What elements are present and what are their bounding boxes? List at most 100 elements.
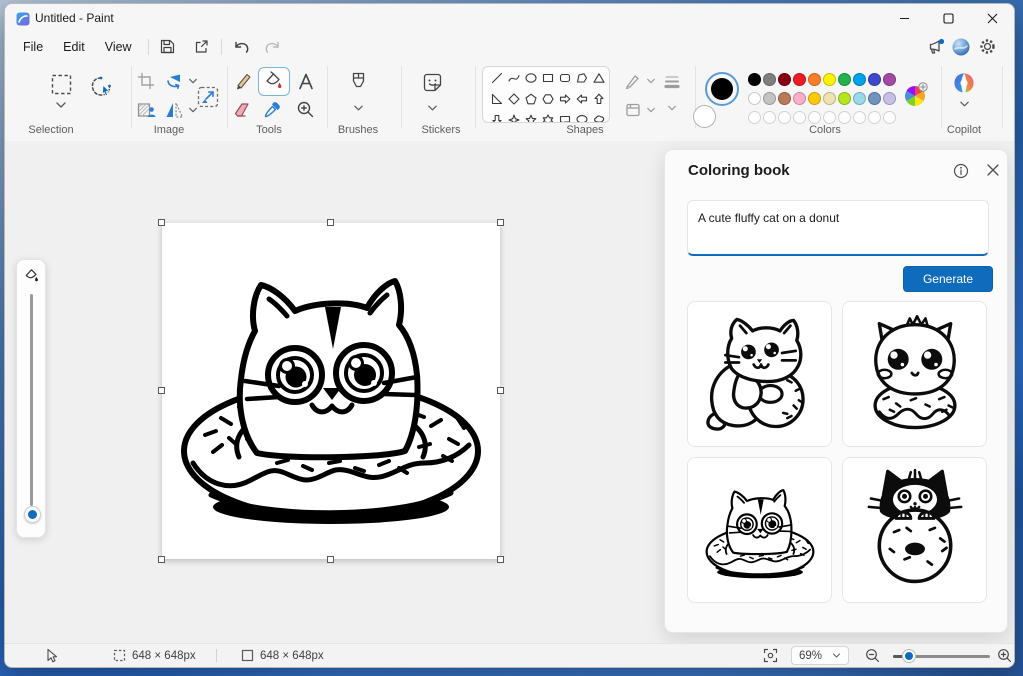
crop-icon[interactable] bbox=[137, 72, 155, 90]
fit-to-screen-button[interactable] bbox=[763, 644, 778, 667]
color-swatch[interactable] bbox=[748, 92, 761, 105]
custom-color-slot[interactable] bbox=[853, 111, 866, 124]
announcements-button[interactable] bbox=[922, 36, 948, 58]
custom-color-slot[interactable] bbox=[748, 111, 761, 124]
shape-pentagon-icon[interactable] bbox=[525, 93, 537, 105]
selection-handle-sw[interactable] bbox=[158, 556, 165, 563]
zoom-out-button[interactable] bbox=[865, 644, 880, 667]
tool-size-slider-thumb[interactable] bbox=[24, 506, 41, 523]
custom-color-slot[interactable] bbox=[823, 111, 836, 124]
info-icon[interactable] bbox=[953, 163, 969, 179]
magnifier-tool-icon[interactable] bbox=[296, 100, 315, 119]
shape-star-4-icon[interactable] bbox=[508, 114, 520, 123]
rotate-icon[interactable] bbox=[165, 72, 184, 90]
fill-tool-icon[interactable] bbox=[263, 71, 284, 91]
custom-color-slot[interactable] bbox=[808, 111, 821, 124]
color-swatch[interactable] bbox=[868, 73, 881, 86]
account-button[interactable] bbox=[948, 36, 974, 58]
shape-ellipse-icon[interactable] bbox=[525, 72, 537, 84]
color-swatch[interactable] bbox=[853, 92, 866, 105]
stickers-icon[interactable] bbox=[422, 72, 443, 93]
shape-callout-rounded-icon[interactable] bbox=[559, 114, 571, 123]
shape-outline-icon[interactable] bbox=[625, 73, 641, 89]
zoom-slider-thumb[interactable] bbox=[903, 650, 915, 662]
menu-view[interactable]: View bbox=[95, 37, 142, 57]
undo-button[interactable] bbox=[228, 36, 254, 58]
flip-icon[interactable] bbox=[165, 101, 184, 119]
shape-callout-oval-icon[interactable] bbox=[576, 114, 588, 123]
color-swatch[interactable] bbox=[853, 73, 866, 86]
share-button[interactable] bbox=[189, 36, 215, 58]
titlebar[interactable]: Untitled - Paint bbox=[5, 4, 1014, 33]
color-swatch[interactable] bbox=[838, 73, 851, 86]
rotate-dropdown-chevron[interactable] bbox=[188, 77, 198, 85]
redo-button[interactable] bbox=[260, 36, 286, 58]
eraser-tool-icon[interactable] bbox=[232, 101, 252, 119]
custom-color-slot[interactable] bbox=[763, 111, 776, 124]
selection-dropdown-chevron[interactable] bbox=[55, 101, 67, 109]
color-swatch[interactable] bbox=[778, 92, 791, 105]
selection-handle-n[interactable] bbox=[327, 219, 334, 226]
color-swatch[interactable] bbox=[763, 92, 776, 105]
shape-polygon-icon[interactable] bbox=[576, 72, 588, 84]
generated-thumbnail-1[interactable] bbox=[687, 301, 832, 447]
shape-arrow-right-icon[interactable] bbox=[559, 93, 571, 105]
selection-handle-e[interactable] bbox=[497, 387, 504, 394]
generated-thumbnail-2[interactable] bbox=[842, 301, 987, 447]
resize-image-icon[interactable] bbox=[197, 86, 219, 108]
rectangle-select-icon[interactable] bbox=[51, 74, 72, 95]
color-swatch[interactable] bbox=[778, 73, 791, 86]
zoom-in-button[interactable] bbox=[997, 644, 1012, 667]
shape-triangle-icon[interactable] bbox=[593, 72, 605, 84]
pencil-tool-icon[interactable] bbox=[233, 72, 252, 91]
shape-callout-cloud-icon[interactable] bbox=[593, 114, 605, 123]
canvas[interactable] bbox=[162, 223, 500, 559]
color-swatch[interactable] bbox=[838, 92, 851, 105]
shape-fill-dropdown-chevron[interactable] bbox=[646, 106, 656, 114]
custom-color-slot[interactable] bbox=[883, 111, 896, 124]
generated-thumbnail-3[interactable] bbox=[687, 457, 832, 603]
generated-thumbnail-4[interactable] bbox=[842, 457, 987, 603]
panel-close-icon[interactable] bbox=[986, 163, 1000, 177]
background-removal-icon[interactable] bbox=[137, 101, 156, 119]
custom-color-slot[interactable] bbox=[868, 111, 881, 124]
color-swatch[interactable] bbox=[808, 92, 821, 105]
copilot-dropdown-chevron[interactable] bbox=[959, 100, 970, 108]
custom-color-slot[interactable] bbox=[838, 111, 851, 124]
color-swatch[interactable] bbox=[763, 73, 776, 86]
line-width-icon[interactable] bbox=[663, 74, 681, 90]
save-button[interactable] bbox=[155, 36, 181, 58]
close-button[interactable] bbox=[970, 4, 1014, 33]
maximize-button[interactable] bbox=[926, 4, 970, 33]
menu-file[interactable]: File bbox=[13, 37, 53, 57]
shape-hexagon-icon[interactable] bbox=[542, 93, 554, 105]
zoom-level-dropdown[interactable]: 69% bbox=[791, 646, 849, 665]
color-swatch[interactable] bbox=[793, 92, 806, 105]
color-swatch[interactable] bbox=[823, 73, 836, 86]
background-color-swatch[interactable] bbox=[693, 105, 716, 128]
copilot-icon[interactable] bbox=[952, 71, 976, 95]
color-swatch[interactable] bbox=[868, 92, 881, 105]
shape-rounded-rectangle-icon[interactable] bbox=[559, 72, 571, 84]
minimize-button[interactable] bbox=[882, 4, 926, 33]
shape-arrow-down-icon[interactable] bbox=[491, 114, 503, 123]
color-swatch[interactable] bbox=[883, 92, 896, 105]
color-swatch[interactable] bbox=[748, 73, 761, 86]
stickers-dropdown-chevron[interactable] bbox=[427, 104, 438, 112]
line-width-dropdown-chevron[interactable] bbox=[667, 104, 677, 112]
shape-arrow-left-icon[interactable] bbox=[576, 93, 588, 105]
tool-size-slider-track[interactable] bbox=[30, 294, 33, 506]
selection-handle-w[interactable] bbox=[158, 387, 165, 394]
eyedropper-tool-icon[interactable] bbox=[263, 100, 282, 119]
brushes-icon[interactable] bbox=[350, 72, 367, 94]
color-swatch[interactable] bbox=[793, 73, 806, 86]
shape-curve-icon[interactable] bbox=[508, 72, 520, 84]
text-tool-icon[interactable] bbox=[297, 72, 315, 91]
shape-outline-dropdown-chevron[interactable] bbox=[646, 77, 656, 85]
foreground-color-swatch[interactable] bbox=[705, 72, 739, 106]
shape-rectangle-icon[interactable] bbox=[542, 72, 554, 84]
shape-diamond-icon[interactable] bbox=[508, 93, 520, 105]
shape-star-5-icon[interactable] bbox=[525, 114, 537, 123]
selection-handle-nw[interactable] bbox=[158, 219, 165, 226]
menu-edit[interactable]: Edit bbox=[53, 37, 95, 57]
